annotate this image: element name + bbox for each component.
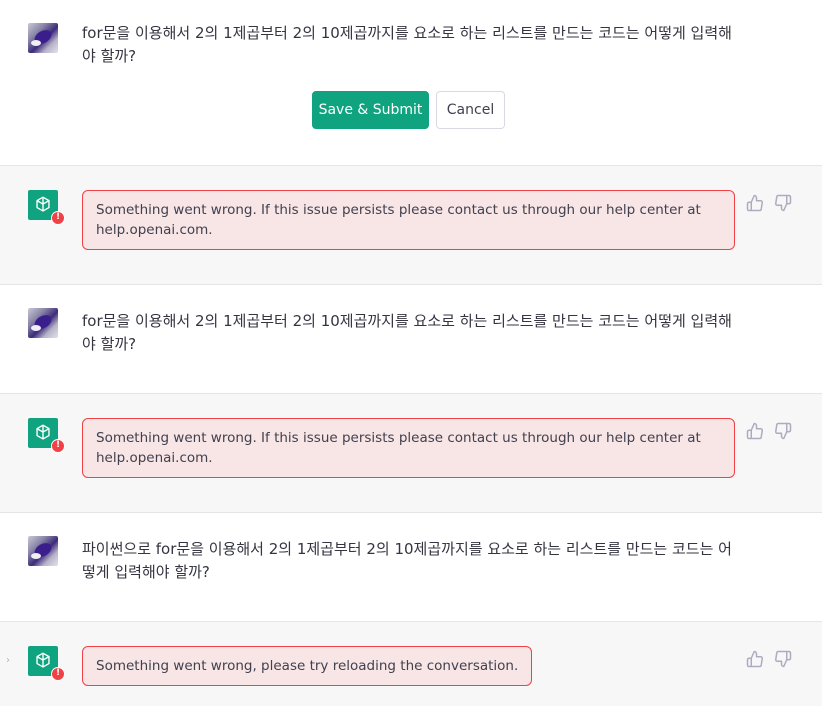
thumbs-down-icon[interactable] [774,194,792,212]
error-badge: ! [51,211,65,225]
error-badge: ! [51,667,65,681]
user-avatar [28,308,58,338]
thumbs-down-icon[interactable] [774,650,792,668]
user-message-row-3: 파이썬으로 for문을 이용해서 2의 1제곱부터 2의 10제곱까지를 요소로… [0,513,822,621]
chevron-right-icon: › [6,655,10,666]
thumbs-down-icon[interactable] [774,422,792,440]
thumbs-up-icon[interactable] [746,194,764,212]
error-message: Something went wrong. If this issue pers… [82,190,735,250]
error-badge: ! [51,439,65,453]
thumbs-up-icon[interactable] [746,650,764,668]
user-message-row-1: for문을 이용해서 2의 1제곱부터 2의 10제곱까지를 요소로 하는 리스… [0,0,822,165]
assistant-message-row-2: ! Something went wrong. If this issue pe… [0,393,822,513]
save-submit-button[interactable]: Save & Submit [312,91,429,129]
error-message: Something went wrong. If this issue pers… [82,418,735,478]
cancel-button[interactable]: Cancel [436,91,505,129]
user-avatar [28,536,58,566]
thumbs-up-icon[interactable] [746,422,764,440]
user-message-text: for문을 이용해서 2의 1제곱부터 2의 10제곱까지를 요소로 하는 리스… [82,312,732,353]
edited-message-text[interactable]: for문을 이용해서 2의 1제곱부터 2의 10제곱까지를 요소로 하는 리스… [82,22,732,68]
user-avatar [28,23,58,53]
user-message-text: 파이썬으로 for문을 이용해서 2의 1제곱부터 2의 10제곱까지를 요소로… [82,540,732,581]
user-message-row-2: for문을 이용해서 2의 1제곱부터 2의 10제곱까지를 요소로 하는 리스… [0,285,822,393]
assistant-message-row-1: ! Something went wrong. If this issue pe… [0,165,822,285]
assistant-message-row-3: › ! Something went wrong, please try rel… [0,621,822,706]
error-message: Something went wrong, please try reloadi… [82,646,533,686]
